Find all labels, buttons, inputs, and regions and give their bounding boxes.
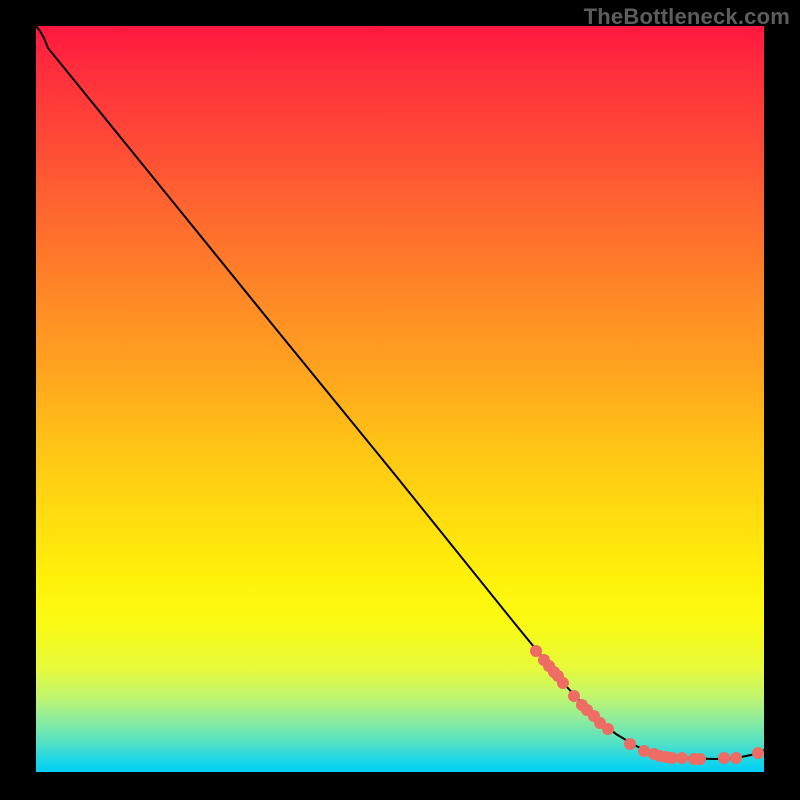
- curve-line: [36, 26, 764, 759]
- scatter-point: [718, 752, 730, 764]
- scatter-point: [752, 747, 764, 759]
- chart-frame: TheBottleneck.com: [0, 0, 800, 800]
- plot-area: [36, 26, 764, 772]
- scatter-point: [557, 677, 569, 689]
- chart-svg: [36, 26, 764, 772]
- scatter-point: [530, 645, 542, 657]
- scatter-point: [602, 723, 614, 735]
- scatter-point: [730, 752, 742, 764]
- scatter-point: [676, 752, 688, 764]
- scatter-point: [694, 753, 706, 765]
- scatter-markers: [530, 645, 764, 765]
- scatter-point: [568, 690, 580, 702]
- scatter-point: [624, 738, 636, 750]
- watermark-text: TheBottleneck.com: [584, 4, 790, 30]
